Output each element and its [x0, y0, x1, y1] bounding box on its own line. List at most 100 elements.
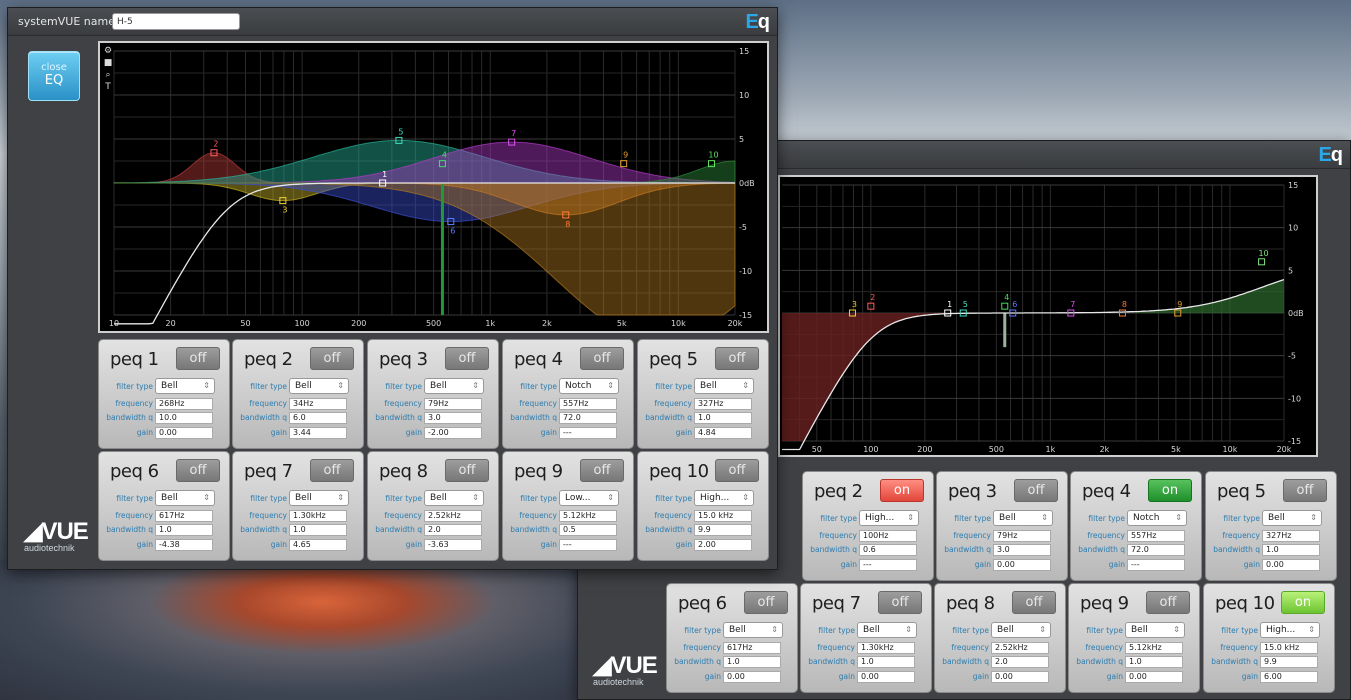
- frequency-field[interactable]: 15.0 kHz: [694, 510, 752, 522]
- gain-field[interactable]: ---: [859, 559, 917, 571]
- peq-toggle-button[interactable]: on: [880, 479, 924, 502]
- filter-type-select[interactable]: Bell ⇕: [723, 622, 783, 638]
- bandwidth-field[interactable]: 1.0: [155, 524, 213, 536]
- frequency-field[interactable]: 2.52kHz: [991, 642, 1049, 654]
- gain-field[interactable]: 2.00: [694, 539, 752, 551]
- frequency-field[interactable]: 15.0 kHz: [1260, 642, 1318, 654]
- filter-type-select[interactable]: Notch ⇕: [1127, 510, 1187, 526]
- gain-field[interactable]: -3.63: [424, 539, 482, 551]
- filter-type-select[interactable]: Notch ⇕: [559, 378, 619, 394]
- peq-toggle-button[interactable]: off: [1146, 591, 1190, 614]
- bandwidth-field[interactable]: 0.6: [859, 544, 917, 556]
- filter-type-select[interactable]: High... ⇕: [859, 510, 919, 526]
- gain-field[interactable]: 0.00: [155, 427, 213, 439]
- peq-toggle-button[interactable]: off: [580, 347, 624, 370]
- frequency-field[interactable]: 557Hz: [559, 398, 617, 410]
- bandwidth-field[interactable]: 2.0: [424, 524, 482, 536]
- camera-icon[interactable]: ■: [103, 58, 113, 68]
- gain-field[interactable]: ---: [559, 427, 617, 439]
- peq-toggle-button[interactable]: off: [445, 347, 489, 370]
- filter-type-select[interactable]: Bell ⇕: [993, 510, 1053, 526]
- frequency-field[interactable]: 79Hz: [993, 530, 1051, 542]
- bandwidth-field[interactable]: 1.0: [289, 524, 347, 536]
- gain-field[interactable]: 3.44: [289, 427, 347, 439]
- frequency-field[interactable]: 79Hz: [424, 398, 482, 410]
- peq-toggle-button[interactable]: on: [1148, 479, 1192, 502]
- peq-toggle-button[interactable]: off: [878, 591, 922, 614]
- frequency-field[interactable]: 2.52kHz: [424, 510, 482, 522]
- frequency-field[interactable]: 268Hz: [155, 398, 213, 410]
- gain-field[interactable]: 0.00: [1262, 559, 1320, 571]
- peq-toggle-button[interactable]: off: [310, 459, 354, 482]
- filter-type-select[interactable]: Low... ⇕: [559, 490, 619, 506]
- gain-field[interactable]: 6.00: [1260, 671, 1318, 683]
- filter-type-select[interactable]: Bell ⇕: [155, 378, 215, 394]
- filter-type-select[interactable]: Bell ⇕: [289, 378, 349, 394]
- frequency-field[interactable]: 327Hz: [1262, 530, 1320, 542]
- bandwidth-field[interactable]: 9.9: [1260, 656, 1318, 668]
- frequency-field[interactable]: 34Hz: [289, 398, 347, 410]
- filter-type-select[interactable]: Bell ⇕: [1125, 622, 1185, 638]
- peq-toggle-button[interactable]: off: [1283, 479, 1327, 502]
- gain-field[interactable]: 0.00: [1125, 671, 1183, 683]
- frequency-field[interactable]: 327Hz: [694, 398, 752, 410]
- bandwidth-field[interactable]: 6.0: [289, 412, 347, 424]
- frequency-field[interactable]: 100Hz: [859, 530, 917, 542]
- frequency-field[interactable]: 557Hz: [1127, 530, 1185, 542]
- gain-field[interactable]: 0.00: [993, 559, 1051, 571]
- gain-field[interactable]: 0.00: [723, 671, 781, 683]
- bandwidth-field[interactable]: 1.0: [694, 412, 752, 424]
- bandwidth-field[interactable]: 9.9: [694, 524, 752, 536]
- close-eq-button[interactable]: close EQ: [28, 51, 80, 101]
- frequency-field[interactable]: 1.30kHz: [857, 642, 915, 654]
- frequency-field[interactable]: 5.12kHz: [559, 510, 617, 522]
- peq-toggle-button[interactable]: off: [1014, 479, 1058, 502]
- bandwidth-field[interactable]: 3.0: [993, 544, 1051, 556]
- filter-type-select[interactable]: Bell ⇕: [424, 490, 484, 506]
- peq-toggle-button[interactable]: off: [715, 347, 759, 370]
- bandwidth-field[interactable]: 10.0: [155, 412, 213, 424]
- bandwidth-field[interactable]: 3.0: [424, 412, 482, 424]
- system-name-field[interactable]: H-5: [112, 13, 240, 30]
- gain-field[interactable]: 0.00: [991, 671, 1049, 683]
- bandwidth-field[interactable]: 72.0: [559, 412, 617, 424]
- gain-field[interactable]: ---: [559, 539, 617, 551]
- gain-field[interactable]: 4.65: [289, 539, 347, 551]
- text-icon[interactable]: T: [103, 82, 113, 92]
- gain-field[interactable]: 0.00: [857, 671, 915, 683]
- bandwidth-field[interactable]: 1.0: [723, 656, 781, 668]
- peq-toggle-button[interactable]: off: [744, 591, 788, 614]
- peq-toggle-button[interactable]: off: [1012, 591, 1056, 614]
- bandwidth-field[interactable]: 1.0: [1125, 656, 1183, 668]
- peq-toggle-button[interactable]: on: [1281, 591, 1325, 614]
- frequency-field[interactable]: 1.30kHz: [289, 510, 347, 522]
- filter-type-select[interactable]: Bell ⇕: [289, 490, 349, 506]
- bandwidth-field[interactable]: 0.5: [559, 524, 617, 536]
- frequency-field[interactable]: 5.12kHz: [1125, 642, 1183, 654]
- filter-type-select[interactable]: Bell ⇕: [991, 622, 1051, 638]
- gain-field[interactable]: -2.00: [424, 427, 482, 439]
- peq-toggle-button[interactable]: off: [580, 459, 624, 482]
- filter-type-select[interactable]: Bell ⇕: [1262, 510, 1322, 526]
- bandwidth-field[interactable]: 1.0: [857, 656, 915, 668]
- eq-graph[interactable]: 50 100 200 500 1k 2k 5k 10k 20k 15 10 5 0dB -5 -10 -15 1…: [778, 175, 1318, 457]
- filter-type-select[interactable]: Bell ⇕: [424, 378, 484, 394]
- gain-field[interactable]: ---: [1127, 559, 1185, 571]
- gain-field[interactable]: -4.38: [155, 539, 213, 551]
- zoom-icon[interactable]: ⌕: [103, 70, 113, 80]
- peq-toggle-button[interactable]: off: [176, 347, 220, 370]
- frequency-field[interactable]: 617Hz: [723, 642, 781, 654]
- frequency-field[interactable]: 617Hz: [155, 510, 213, 522]
- bandwidth-field[interactable]: 2.0: [991, 656, 1049, 668]
- peq-toggle-button[interactable]: off: [445, 459, 489, 482]
- filter-type-select[interactable]: Bell ⇕: [155, 490, 215, 506]
- filter-type-select[interactable]: High... ⇕: [1260, 622, 1320, 638]
- gain-field[interactable]: 4.84: [694, 427, 752, 439]
- eq-graph[interactable]: ⚙ ■ ⌕ T 10 20 50 100 200 500 1k 2k 5k 10k 20k 15 10 5 0dB…: [98, 41, 769, 333]
- peq-toggle-button[interactable]: off: [310, 347, 354, 370]
- bandwidth-field[interactable]: 1.0: [1262, 544, 1320, 556]
- peq-toggle-button[interactable]: off: [176, 459, 220, 482]
- filter-type-select[interactable]: Bell ⇕: [857, 622, 917, 638]
- peq-toggle-button[interactable]: off: [715, 459, 759, 482]
- bandwidth-field[interactable]: 72.0: [1127, 544, 1185, 556]
